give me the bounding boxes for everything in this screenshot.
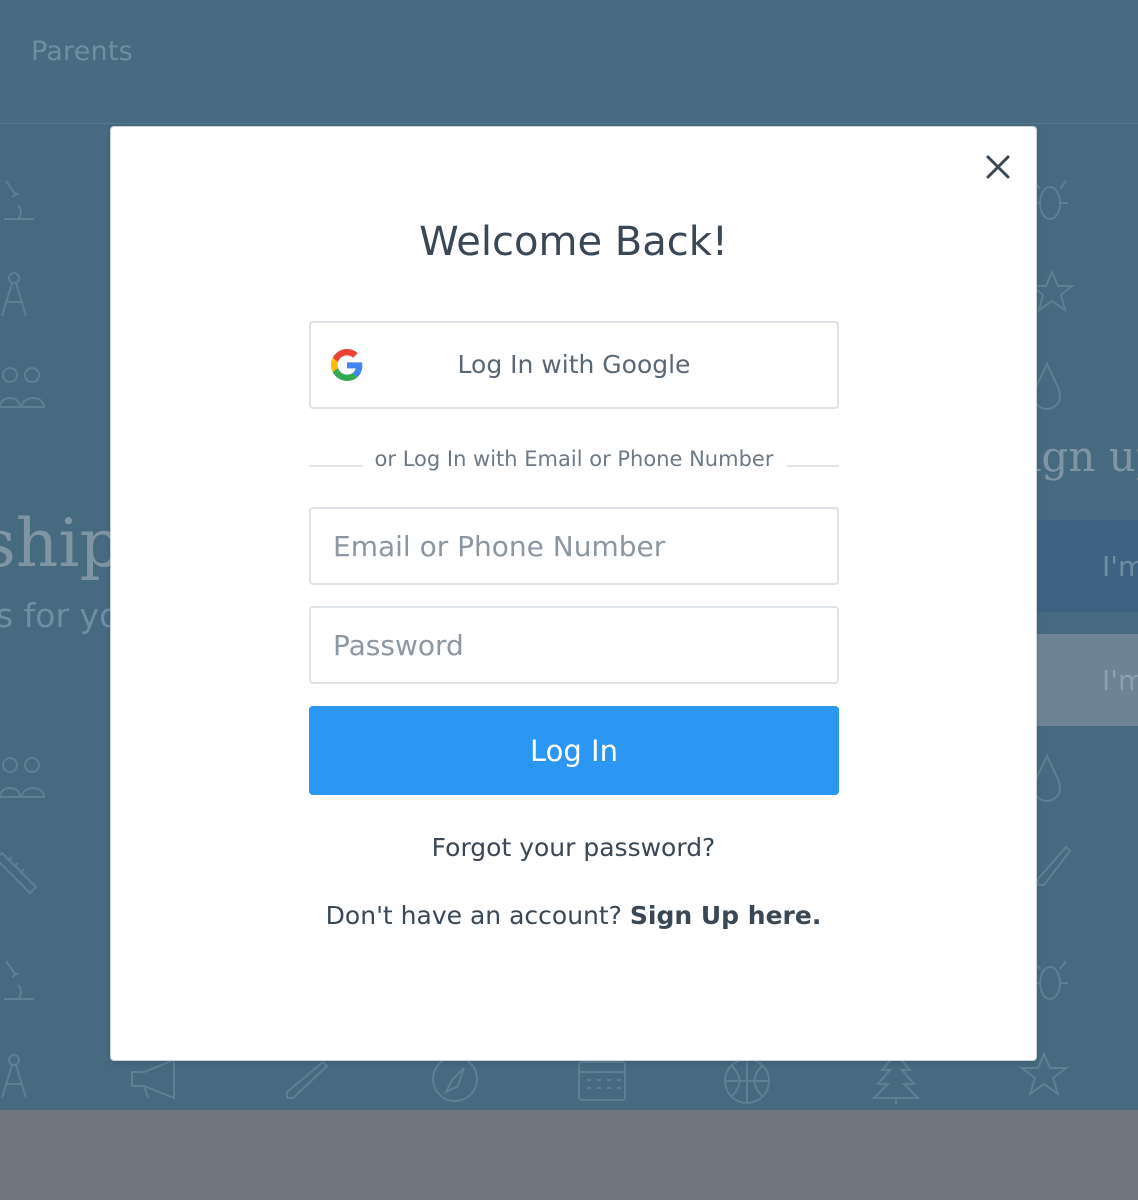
background-header: Parents (0, 0, 1138, 124)
google-login-label: Log In with Google (457, 350, 691, 379)
microscope-doodle-icon (0, 955, 40, 1007)
pencil-doodle-icon (285, 1060, 329, 1100)
modal-title: Welcome Back! (419, 219, 728, 265)
ruler-doodle-icon (0, 845, 40, 897)
close-icon (986, 155, 1010, 179)
pencil-doodle-icon (1036, 845, 1072, 889)
people-doodle-icon (0, 755, 48, 801)
login-divider: or Log In with Email or Phone Number (309, 447, 839, 477)
background-footer (0, 1110, 1138, 1200)
divider-text: or Log In with Email or Phone Number (374, 447, 774, 471)
password-input[interactable] (309, 606, 839, 684)
bug-doodle-icon (1032, 175, 1072, 227)
background-role-button-primary[interactable]: I'm (1036, 520, 1138, 612)
no-account-text: Don't have an account? (325, 901, 630, 930)
divider-line-right (787, 465, 839, 467)
login-button[interactable]: Log In (309, 706, 839, 795)
compass-rose-doodle-icon (430, 1054, 480, 1104)
login-modal: Welcome Back! Log In with Google or Log … (110, 126, 1037, 1061)
background-hero-title: ship (0, 505, 122, 582)
nav-link-parents[interactable]: Parents (31, 36, 133, 67)
compass-doodle-icon (0, 1050, 30, 1102)
bug-doodle-icon (1032, 955, 1072, 1007)
email-phone-input[interactable] (309, 507, 839, 585)
google-login-button[interactable]: Log In with Google (309, 321, 839, 409)
forgot-password-link[interactable]: Forgot your password? (111, 833, 1036, 862)
people-doodle-icon (0, 365, 48, 411)
basketball-doodle-icon (722, 1056, 772, 1106)
microscope-doodle-icon (0, 175, 40, 227)
close-button[interactable] (984, 153, 1012, 181)
signup-prompt: Don't have an account? Sign Up here. (111, 901, 1036, 930)
background-signup-heading: ign up (1028, 432, 1138, 481)
background-role-button-secondary[interactable]: I'm a (1036, 634, 1138, 726)
calendar-doodle-icon (577, 1060, 627, 1102)
signup-link[interactable]: Sign Up here. (630, 901, 821, 930)
compass-doodle-icon (0, 268, 30, 320)
megaphone-doodle-icon (128, 1058, 190, 1100)
